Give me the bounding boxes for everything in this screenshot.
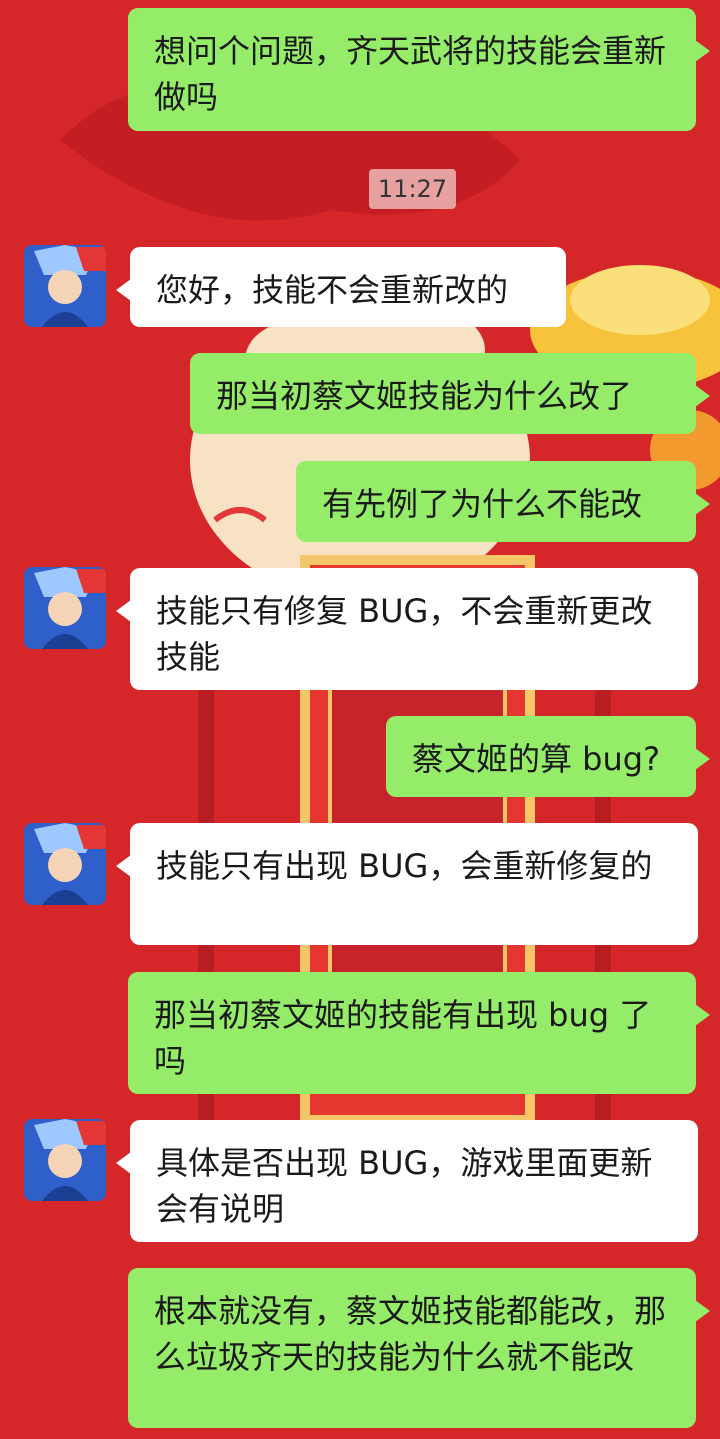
- message-bubble-sent[interactable]: 那当初蔡文姬的技能有出现 bug 了吗: [128, 972, 710, 1094]
- message-bubble-sent[interactable]: 根本就没有，蔡文姬技能都能改，那么垃圾齐天的技能为什么就不能改: [128, 1268, 710, 1428]
- message-bubble-received[interactable]: 具体是否出现 BUG，游戏里面更新会有说明: [116, 1120, 698, 1242]
- message-bubble-sent[interactable]: 那当初蔡文姬技能为什么改了: [190, 353, 710, 434]
- message-bubble-received[interactable]: 技能只有出现 BUG，会重新修复的: [116, 823, 698, 945]
- contact-avatar[interactable]: [24, 823, 106, 905]
- message-bubble-sent[interactable]: 有先例了为什么不能改: [296, 461, 710, 542]
- message-timestamp: 11:27: [369, 169, 456, 209]
- contact-avatar[interactable]: [24, 567, 106, 649]
- message-bubble-sent[interactable]: 蔡文姬的算 bug?: [386, 716, 710, 797]
- message-bubble-sent[interactable]: 想问个问题，齐天武将的技能会重新做吗: [128, 8, 710, 131]
- message-bubble-received[interactable]: 技能只有修复 BUG，不会重新更改技能: [116, 568, 698, 690]
- message-bubble-received[interactable]: 您好，技能不会重新改的: [116, 247, 566, 327]
- contact-avatar[interactable]: [24, 1119, 106, 1201]
- contact-avatar[interactable]: [24, 245, 106, 327]
